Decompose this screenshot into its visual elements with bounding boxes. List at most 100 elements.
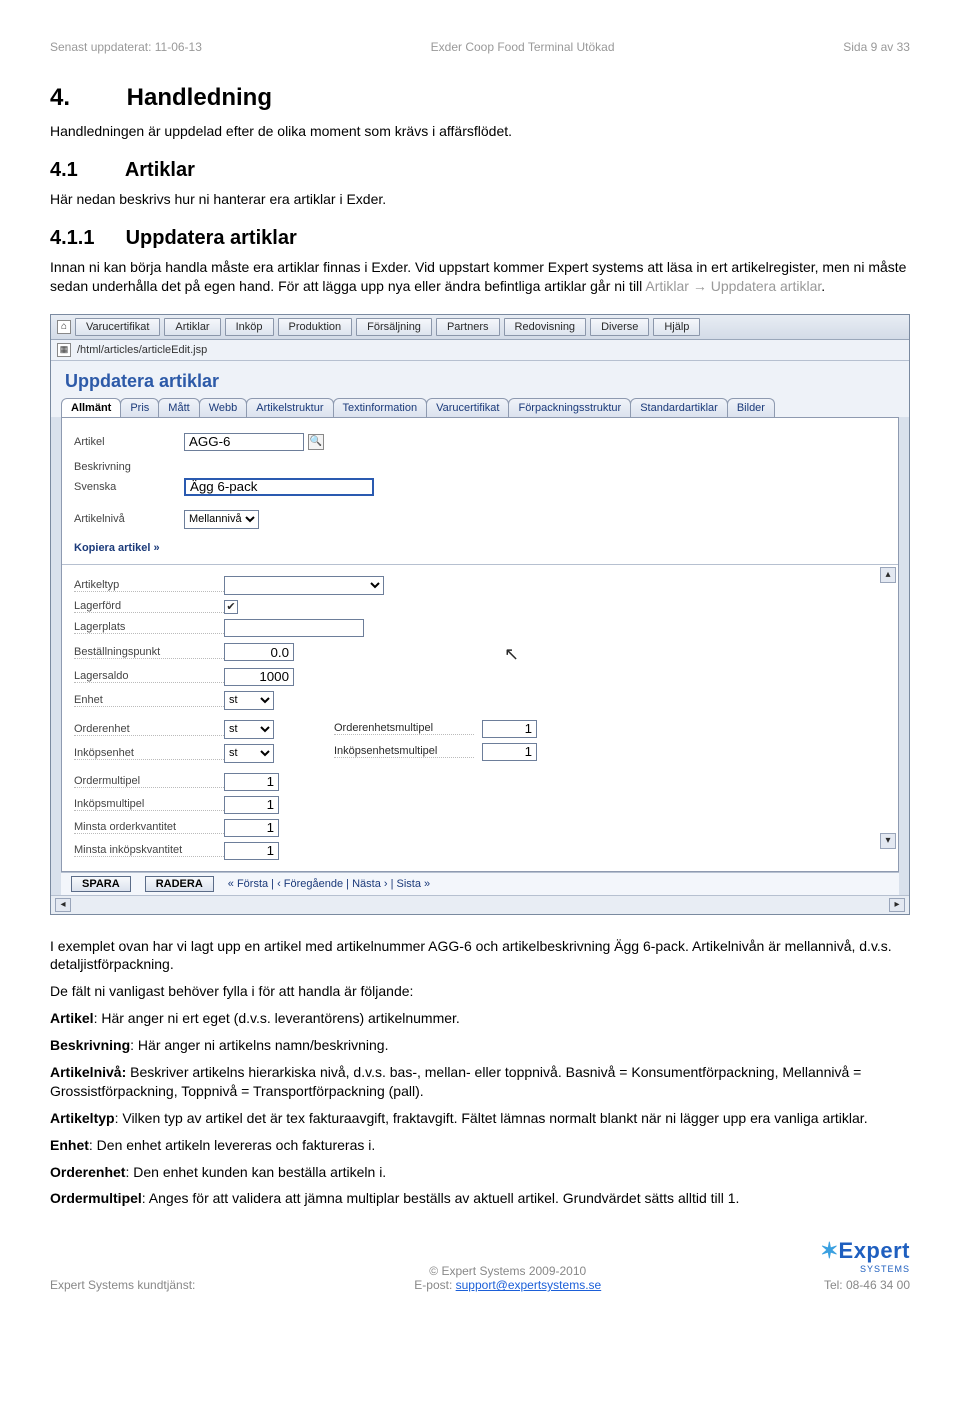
menu-inkop[interactable]: Inköp: [225, 318, 274, 336]
tab-pris[interactable]: Pris: [120, 398, 159, 417]
subsection-411-title: Uppdatera artiklar: [126, 227, 297, 249]
intro-paragraph: Handledningen är uppdelad efter de olika…: [50, 122, 910, 141]
logo-subtext: SYSTEMS: [820, 1264, 910, 1274]
form-panel: Artikel 🔍 Beskrivning Svenska Artikelniv…: [61, 417, 899, 872]
tab-webb[interactable]: Webb: [199, 398, 248, 417]
record-nav[interactable]: « Första | ‹ Föregående | Nästa › | Sist…: [228, 878, 430, 890]
nav-path-uppdatera: Uppdatera artiklar: [711, 278, 822, 294]
menu-hjalp[interactable]: Hjälp: [653, 318, 700, 336]
subsection-411-text: Innan ni kan börja handla måste era arti…: [50, 258, 910, 296]
radera-button[interactable]: RADERA: [145, 876, 214, 892]
def-artikel: Artikel: Här anger ni ert eget (d.v.s. l…: [50, 1009, 910, 1028]
select-enhet[interactable]: st: [224, 691, 274, 710]
header-left: Senast uppdaterat: 11-06-13: [50, 40, 202, 54]
tab-standardartiklar[interactable]: Standardartiklar: [630, 398, 728, 417]
def-ordermultipel-text: : Anges för att validera att jämna multi…: [142, 1190, 740, 1206]
logo: ✶Expert: [820, 1238, 910, 1264]
input-inkopsmultipel[interactable]: [224, 796, 279, 814]
tab-varucertifikat[interactable]: Varucertifikat: [426, 398, 509, 417]
def-orderenhet-text: : Den enhet kunden kan beställa artikeln…: [125, 1164, 386, 1180]
def-enhet-label: Enhet: [50, 1137, 89, 1153]
scroll-down-icon[interactable]: ▾: [880, 833, 896, 849]
subsection-41-title: Artiklar: [125, 159, 195, 181]
logo-text: Expert: [839, 1238, 910, 1263]
input-lagerplats[interactable]: [224, 619, 364, 637]
footer-left: Expert Systems kundtjänst:: [50, 1278, 195, 1292]
def-artikeltyp-label: Artikeltyp: [50, 1110, 115, 1126]
def-ordermultipel-label: Ordermultipel: [50, 1190, 142, 1206]
input-artikel[interactable]: [184, 433, 304, 451]
def-artikelniva: Artikelnivå: Beskriver artikelns hierark…: [50, 1063, 910, 1101]
search-icon[interactable]: 🔍: [308, 434, 324, 450]
section-number: 4.: [50, 84, 120, 112]
menu-varucertifikat[interactable]: Varucertifikat: [75, 318, 160, 336]
subsection-41-text: Här nedan beskrivs hur ni hanterar era a…: [50, 190, 910, 209]
grid-icon[interactable]: ▦: [57, 343, 71, 357]
footer-email-prefix: E-post:: [414, 1278, 455, 1292]
link-kopiera-artikel[interactable]: Kopiera artikel »: [74, 542, 160, 554]
footer-email-link[interactable]: support@expertsystems.se: [456, 1278, 602, 1292]
def-artikeltyp-text: : Vilken typ av artikel det är tex faktu…: [115, 1110, 868, 1126]
spara-button[interactable]: SPARA: [71, 876, 131, 892]
header-center: Exder Coop Food Terminal Utökad: [431, 40, 615, 54]
select-artikeltyp[interactable]: [224, 576, 384, 595]
def-artikeltyp: Artikeltyp: Vilken typ av artikel det är…: [50, 1109, 910, 1128]
def-enhet: Enhet: Den enhet artikeln levereras och …: [50, 1136, 910, 1155]
label-inkopsenhet: Inköpsenhet: [74, 747, 224, 760]
label-bestpunkt: Beställningspunkt: [74, 646, 224, 659]
menu-produktion[interactable]: Produktion: [278, 318, 353, 336]
section-title: Handledning: [127, 84, 272, 111]
footer-copyright: © Expert Systems 2009-2010: [195, 1264, 820, 1278]
tab-matt[interactable]: Mått: [158, 398, 199, 417]
menu-diverse[interactable]: Diverse: [590, 318, 649, 336]
home-icon[interactable]: ⌂: [57, 320, 71, 334]
input-ordermultipel[interactable]: [224, 773, 279, 791]
subgrid: ▴ ▾ Artikeltyp Lagerförd✔ Lagerplats Bes…: [62, 564, 898, 871]
checkbox-lagerford[interactable]: ✔: [224, 600, 238, 614]
select-orderenhet[interactable]: st: [224, 720, 274, 739]
def-orderenhet-label: Orderenhet: [50, 1164, 125, 1180]
def-orderenhet: Orderenhet: Den enhet kunden kan beställ…: [50, 1163, 910, 1182]
tab-allmant[interactable]: Allmänt: [61, 398, 121, 417]
label-beskrivning: Beskrivning: [74, 461, 886, 473]
label-artikeltyp: Artikeltyp: [74, 579, 224, 592]
after-paragraph-1: I exemplet ovan har vi lagt upp en artik…: [50, 937, 910, 975]
def-ordermultipel: Ordermultipel: Anges för att validera at…: [50, 1189, 910, 1208]
input-svenska[interactable]: [184, 478, 374, 496]
footer-email-line: E-post: support@expertsystems.se: [195, 1278, 820, 1292]
label-minorder: Minsta orderkvantitet: [74, 821, 224, 834]
select-artikelniva[interactable]: Mellannivå: [184, 510, 259, 529]
select-inkopsenhet[interactable]: st: [224, 744, 274, 763]
menu-partners[interactable]: Partners: [436, 318, 500, 336]
label-inkopsmultipel: Inköpsmultipel: [74, 798, 224, 811]
input-orderenhetsmultipel[interactable]: [482, 720, 537, 738]
input-lagersaldo[interactable]: [224, 668, 294, 686]
scroll-up-icon[interactable]: ▴: [880, 567, 896, 583]
menu-artiklar[interactable]: Artiklar: [164, 318, 220, 336]
tab-bilder[interactable]: Bilder: [727, 398, 775, 417]
tab-forpackningsstruktur[interactable]: Förpackningsstruktur: [508, 398, 631, 417]
label-ordermultipel: Ordermultipel: [74, 775, 224, 788]
tab-artikelstruktur[interactable]: Artikelstruktur: [246, 398, 333, 417]
scroll-left-icon[interactable]: ◂: [55, 898, 71, 912]
menu-forsaljning[interactable]: Försäljning: [356, 318, 432, 336]
input-inkopsenhetsmultipel[interactable]: [482, 743, 537, 761]
page-header: Senast uppdaterat: 11-06-13 Exder Coop F…: [50, 40, 910, 54]
def-artikel-label: Artikel: [50, 1010, 94, 1026]
app-path-row: ▦ /html/articles/articleEdit.jsp: [51, 340, 909, 361]
def-beskrivning: Beskrivning: Här anger ni artikelns namn…: [50, 1036, 910, 1055]
after-paragraph-2: De fält ni vanligast behöver fylla i för…: [50, 982, 910, 1001]
subsection-411-number: 4.1.1: [50, 227, 120, 250]
def-artikelniva-label: Artikelnivå:: [50, 1064, 126, 1080]
bottom-action-bar: SPARA RADERA « Första | ‹ Föregående | N…: [61, 872, 899, 895]
input-mininkop[interactable]: [224, 842, 279, 860]
menu-redovisning[interactable]: Redovisning: [504, 318, 587, 336]
input-minorder[interactable]: [224, 819, 279, 837]
input-bestpunkt[interactable]: [224, 643, 294, 661]
label-orderenhet: Orderenhet: [74, 723, 224, 736]
scroll-right-icon[interactable]: ▸: [889, 898, 905, 912]
footer-center: © Expert Systems 2009-2010 E-post: suppo…: [195, 1264, 820, 1292]
tab-textinformation[interactable]: Textinformation: [333, 398, 428, 417]
label-svenska: Svenska: [74, 481, 184, 493]
def-enhet-text: : Den enhet artikeln levereras och faktu…: [89, 1137, 375, 1153]
